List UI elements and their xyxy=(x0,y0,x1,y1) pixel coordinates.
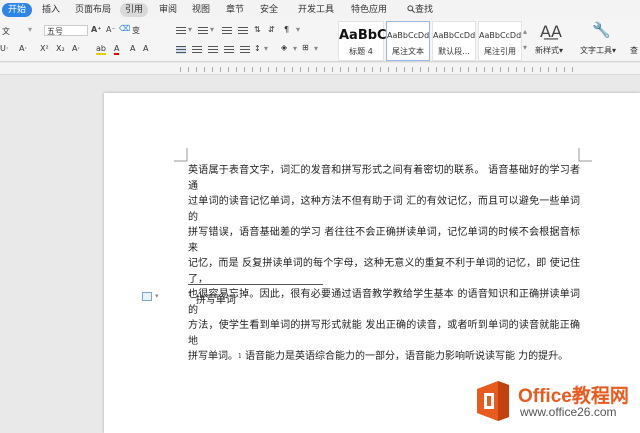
tab-section[interactable]: 章节 xyxy=(222,3,248,17)
new-style-button[interactable]: 新样式▾ xyxy=(535,45,563,56)
text-tools-label: 文字工具 xyxy=(580,46,612,55)
crop-mark-top-right xyxy=(578,148,592,162)
body-line: 方法，使学生看到单词的拼写形式就能 发出正确的读音，或者听到单词的读音就能正确地 xyxy=(188,320,580,347)
horizontal-ruler[interactable] xyxy=(0,63,640,75)
font-name-box[interactable]: 文 xyxy=(2,26,10,37)
body-line-last: 拼写单词。1 语音能力是英语综合能力的一部分，语音能力影响听说读写能 力的提升。 xyxy=(188,349,580,365)
footnote[interactable]: 1拼写单词 xyxy=(188,291,236,306)
style-sample: AaBbC xyxy=(339,28,387,43)
char-shading-icon[interactable]: A xyxy=(130,44,135,53)
new-style-icon: A͟A xyxy=(540,22,562,41)
tab-home[interactable]: 开始 xyxy=(2,3,32,17)
style-endnote-reference[interactable]: AaBbCcDd 尾注引用 xyxy=(478,21,522,61)
text-tools-button[interactable]: 文字工具▾ xyxy=(580,45,616,56)
crop-mark-top-left xyxy=(174,148,188,162)
find-label: 查找 xyxy=(414,5,433,15)
text-effect-icon[interactable]: A· xyxy=(72,44,80,53)
watermark-brand: Office教程网 xyxy=(518,386,629,407)
line-spacing-icon[interactable]: ↕ xyxy=(254,44,261,53)
paragraph-tools-icon[interactable] xyxy=(142,292,152,301)
superscript-icon[interactable]: X² xyxy=(40,44,49,53)
office-logo-icon xyxy=(477,381,509,421)
shading-icon[interactable]: ◈ xyxy=(281,43,287,52)
body-line: 语音能力是英语综合能力的一部分，语音能力影响听说读写能 力的提升。 xyxy=(241,351,569,362)
body-line: 记忆，而是 反复拼读单词的每个字母，这种无意义的重复不利于单词的记忆，即 使记住… xyxy=(188,258,580,285)
subscript-icon[interactable]: X₂ xyxy=(56,44,65,53)
show-marks-icon[interactable]: ¶ xyxy=(284,25,289,34)
highlight-icon[interactable]: ab xyxy=(96,44,106,55)
numbered-list-dropdown-icon[interactable]: ▾ xyxy=(210,25,214,34)
tab-review[interactable]: 审阅 xyxy=(155,3,181,17)
styles-scroll-down-icon[interactable]: ▾ xyxy=(523,43,527,52)
align-right-icon[interactable] xyxy=(208,46,218,54)
align-center-icon[interactable] xyxy=(192,46,202,54)
tab-features[interactable]: 特色应用 xyxy=(346,3,392,17)
paragraph-tools-dropdown-icon[interactable]: ▾ xyxy=(155,292,159,300)
ribbon-toolbar: 文 ▾ 五号 A⁺ A⁻ ⌫ 变 U· A· X² X₂ A· ab A A A… xyxy=(0,19,640,62)
wrench-icon: 🔧 xyxy=(592,21,611,39)
style-heading4[interactable]: AaBbC 标题 4 xyxy=(338,21,387,61)
distribute-icon[interactable] xyxy=(240,46,250,54)
styles-scroll-up-icon[interactable]: ▴ xyxy=(523,27,527,36)
tab-page-layout[interactable]: 页面布局 xyxy=(72,3,114,17)
align-left-icon[interactable] xyxy=(176,46,186,54)
style-name: 尾注文本 xyxy=(392,47,424,56)
underline-icon[interactable]: U· xyxy=(0,44,8,53)
tab-insert[interactable]: 插入 xyxy=(38,3,64,17)
tab-find[interactable]: 查找 xyxy=(400,3,440,17)
style-name: 尾注引用 xyxy=(484,47,516,56)
bullet-list-icon[interactable] xyxy=(176,27,186,35)
body-line: 也很容易忘掉。因此，很有必要通过语音教学教给学生基本 的语音知识和正确拼读单词的 xyxy=(188,289,580,316)
watermark-url: www.office26.com xyxy=(520,405,617,419)
body-line: 英语属于表音文字，词汇的发音和拼写形式之间有着密切的联系。 语音基础好的学习者通 xyxy=(188,165,580,192)
style-sample: AaBbCcDd xyxy=(433,31,476,40)
footnote-text: 拼写单词 xyxy=(195,295,236,306)
strikethrough-icon[interactable]: A· xyxy=(19,44,27,53)
find-replace-button[interactable]: 查 xyxy=(630,45,638,56)
body-line: 拼写错误，语音基础差的学习 者往往不会正确拼读单词，记忆单词的时候不会根据音标来 xyxy=(188,227,580,254)
font-name-dropdown-icon[interactable]: ▾ xyxy=(28,25,32,34)
style-sample: AaBbCcDd xyxy=(479,31,522,40)
style-name: 标题 4 xyxy=(349,47,373,56)
footnote-separator xyxy=(188,284,323,285)
sort-icon[interactable]: ⇵ xyxy=(268,25,275,34)
increase-indent-icon[interactable] xyxy=(238,27,248,35)
char-frame-icon[interactable]: A xyxy=(143,44,148,53)
footnote-mark: 1 xyxy=(188,291,192,298)
numbered-list-icon[interactable] xyxy=(198,27,208,35)
body-line: 拼写单词。 xyxy=(188,351,238,362)
style-sample: AaBbCcDd xyxy=(387,31,430,40)
tab-developer[interactable]: 开发工具 xyxy=(293,3,339,17)
borders-icon[interactable]: ⊞ xyxy=(302,43,309,52)
font-size-box[interactable]: 五号 xyxy=(44,25,88,36)
new-style-label: 新样式 xyxy=(535,46,559,55)
show-marks-dropdown-icon[interactable]: ▾ xyxy=(296,25,300,34)
style-default-paragraph[interactable]: AaBbCcDd 默认段... xyxy=(432,21,476,61)
tab-references[interactable]: 引用 xyxy=(120,3,148,17)
ruler-scale xyxy=(180,67,575,72)
style-endnote-text[interactable]: AaBbCcDd 尾注文本 xyxy=(386,21,430,61)
menu-tab-bar: 开始 插入 页面布局 引用 审阅 视图 章节 安全 开发工具 特色应用 查找 xyxy=(0,0,640,19)
body-line: 过单词的读音记忆单词，这种方法不但有助于词 汇的有效记忆，而且可以避免一些单词的 xyxy=(188,196,580,223)
chinese-layout-icon[interactable]: ⇅ xyxy=(254,25,261,34)
shading-dropdown-icon[interactable]: ▾ xyxy=(293,44,297,53)
justify-icon[interactable] xyxy=(224,46,234,54)
line-spacing-dropdown-icon[interactable]: ▾ xyxy=(264,44,268,53)
document-body[interactable]: 英语属于表音文字，词汇的发音和拼写形式之间有着密切的联系。 语音基础好的学习者通… xyxy=(188,163,580,365)
decrease-indent-icon[interactable] xyxy=(222,27,232,35)
style-name: 默认段... xyxy=(438,47,470,56)
char-border-icon[interactable]: 变 xyxy=(132,25,140,36)
clear-format-icon[interactable]: ⌫ xyxy=(119,24,130,33)
borders-dropdown-icon[interactable]: ▾ xyxy=(314,44,318,53)
shrink-font-icon[interactable]: A⁻ xyxy=(106,25,116,34)
tab-view[interactable]: 视图 xyxy=(188,3,214,17)
tab-security[interactable]: 安全 xyxy=(256,3,282,17)
watermark: Office教程网 www.office26.com xyxy=(474,379,640,429)
bullet-list-dropdown-icon[interactable]: ▾ xyxy=(188,25,192,34)
font-color-icon[interactable]: A xyxy=(114,44,120,55)
search-icon xyxy=(407,5,415,13)
grow-font-icon[interactable]: A⁺ xyxy=(91,25,101,34)
